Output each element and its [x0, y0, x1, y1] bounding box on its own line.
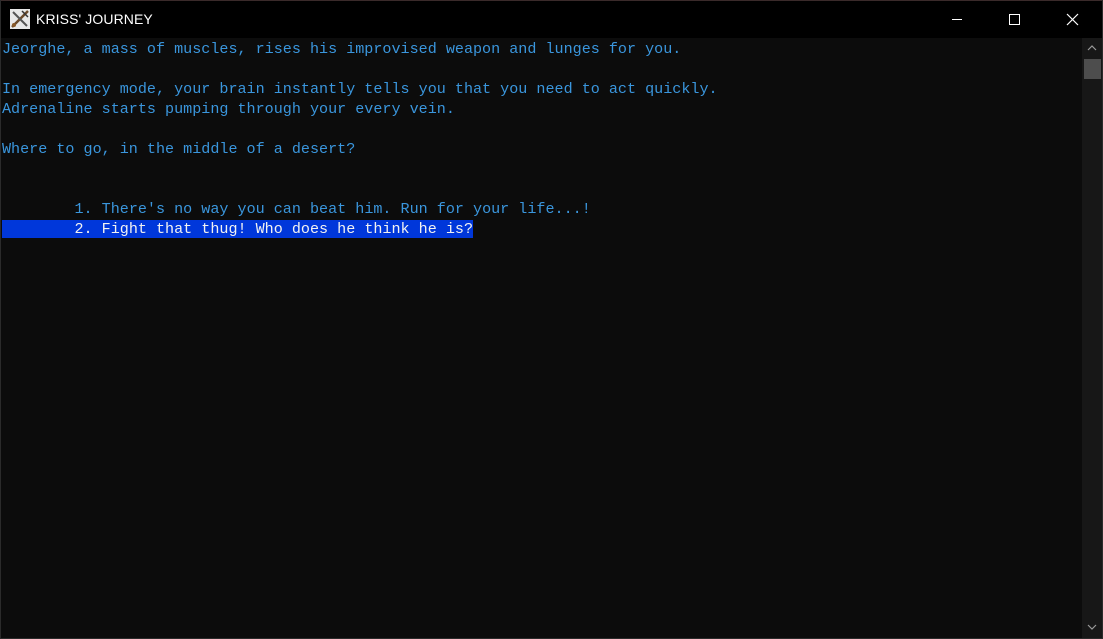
console-output[interactable]: Jeorghe, a mass of muscles, rises his im… — [1, 38, 1081, 638]
option-indent — [2, 220, 75, 238]
scroll-up-arrow-icon[interactable] — [1082, 38, 1102, 58]
vertical-scrollbar[interactable] — [1082, 38, 1102, 638]
menu-option-1[interactable]: 1. There's no way you can beat him. Run … — [2, 199, 591, 219]
maximize-button[interactable] — [986, 1, 1044, 38]
option-indent — [2, 200, 74, 218]
question-line: Where to go, in the middle of a desert? — [2, 140, 356, 158]
crossed-swords-icon — [10, 9, 30, 29]
menu-option-2-selected[interactable]: 2. Fight that thug! Who does he think he… — [2, 219, 474, 239]
close-button[interactable] — [1044, 1, 1102, 38]
option-label: 1. There's no way you can beat him. Run … — [74, 200, 591, 218]
minimize-icon — [952, 19, 962, 20]
console-window: KRISS' JOURNEY Jeorghe, a mass of muscle… — [0, 0, 1103, 639]
scrollbar-thumb[interactable] — [1084, 59, 1101, 79]
story-line-2: In emergency mode, your brain instantly … — [2, 80, 718, 98]
story-line-1: Jeorghe, a mass of muscles, rises his im… — [2, 40, 682, 58]
story-line-3: Adrenaline starts pumping through your e… — [2, 100, 455, 118]
minimize-button[interactable] — [928, 1, 986, 38]
scroll-down-arrow-icon[interactable] — [1082, 617, 1102, 637]
option-label: 2. Fight that thug! Who does he think he… — [74, 220, 474, 238]
close-icon — [1066, 13, 1079, 26]
maximize-icon — [1009, 14, 1020, 25]
title-bar[interactable]: KRISS' JOURNEY — [1, 0, 1102, 38]
window-title: KRISS' JOURNEY — [36, 11, 153, 27]
